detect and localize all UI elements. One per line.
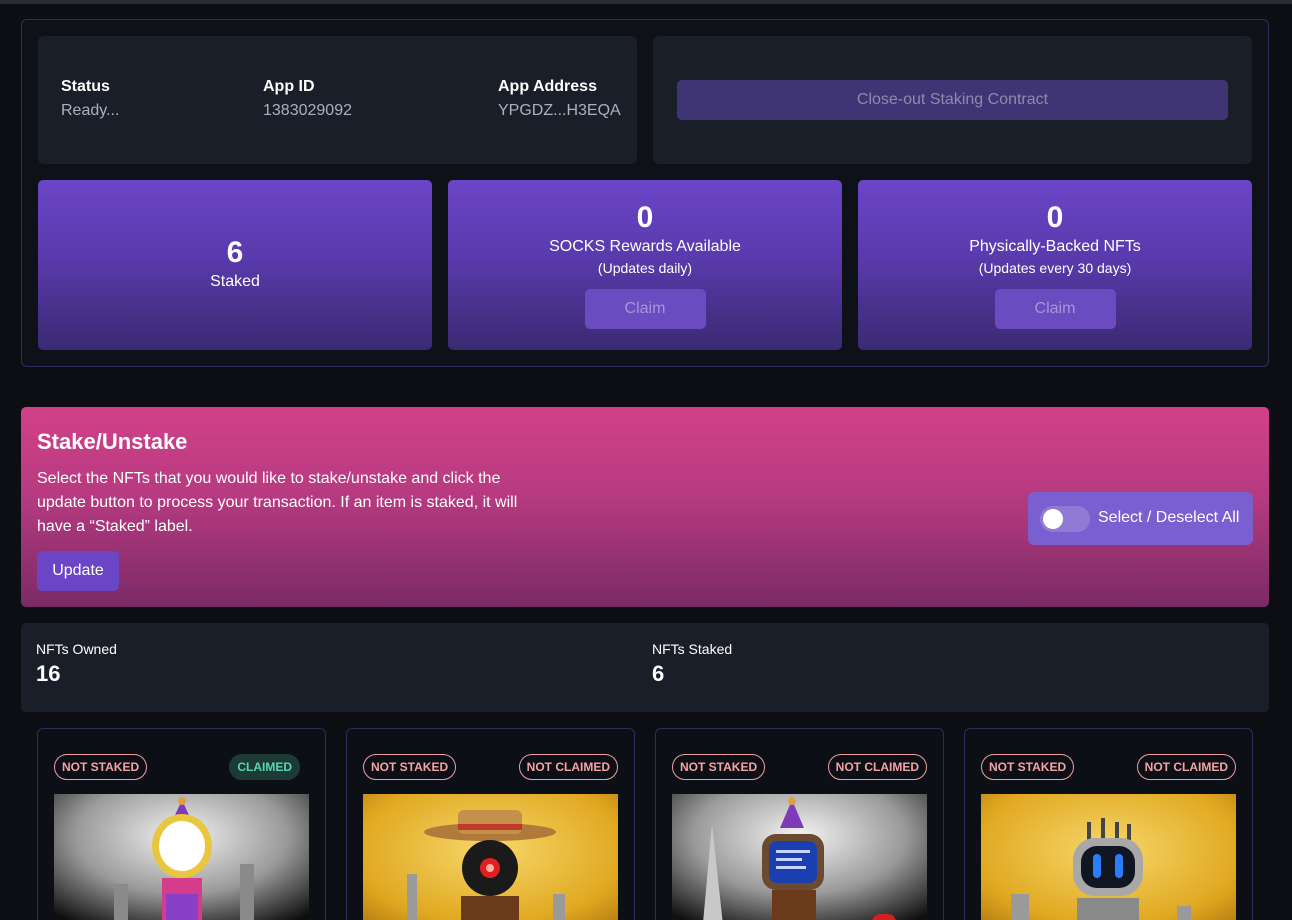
staked-count: 6: [226, 236, 244, 269]
stake-description: Select the NFTs that you would like to s…: [37, 470, 518, 535]
update-button[interactable]: Update: [37, 551, 119, 591]
stake-status-badge: NOT STAKED: [54, 754, 148, 780]
app-id-field: App ID 1383029092: [263, 78, 352, 120]
socks-rewards-count: 0: [636, 201, 654, 234]
status-value: Ready...: [61, 102, 120, 119]
nft-card[interactable]: NOT STAKED NOT CLAIMED: [346, 728, 635, 920]
physically-backed-label: Physically-Backed NFTs: [969, 238, 1141, 255]
nft-card[interactable]: NOT STAKED CLAIMED: [37, 728, 326, 920]
claim-status-badge: NOT CLAIMED: [518, 754, 618, 780]
select-all-control[interactable]: Select / Deselect All: [1028, 492, 1253, 545]
nfts-staked-value: 6: [652, 661, 665, 686]
socks-rewards-card: 0 SOCKS Rewards Available (Updates daily…: [448, 180, 842, 350]
claim-status-badge: NOT CLAIMED: [827, 754, 927, 780]
stake-status-badge: NOT STAKED: [672, 754, 766, 780]
nft-image[interactable]: [981, 794, 1236, 920]
physically-backed-count: 0: [1046, 201, 1064, 234]
nfts-staked-field: NFTs Staked 6: [652, 641, 732, 687]
stake-status-badge: NOT STAKED: [981, 754, 1075, 780]
toggle-knob: [1043, 509, 1063, 529]
nft-image[interactable]: [672, 794, 927, 920]
contract-info-card: Status Ready... App ID 1383029092 App Ad…: [38, 36, 637, 164]
app-address-field: App Address YPGDZ...H3EQA: [498, 78, 621, 120]
app-id-label: App ID: [263, 78, 315, 95]
nft-image[interactable]: [54, 794, 309, 920]
nft-counts-panel: NFTs Owned 16 NFTs Staked 6: [21, 623, 1269, 712]
stake-title: Stake/Unstake: [37, 429, 188, 454]
app-id-value: 1383029092: [263, 102, 352, 119]
select-all-label: Select / Deselect All: [1098, 509, 1240, 526]
claim-physical-button[interactable]: Claim: [994, 289, 1116, 329]
closeout-staking-contract-button[interactable]: Close-out Staking Contract: [677, 80, 1228, 120]
staked-stat-card: 6 Staked: [38, 180, 432, 350]
claim-status-badge: NOT CLAIMED: [1136, 754, 1236, 780]
contract-actions-card: Close-out Staking Contract: [653, 36, 1252, 164]
nft-card[interactable]: NOT STAKED NOT CLAIMED: [964, 728, 1253, 920]
select-all-toggle[interactable]: [1040, 506, 1090, 532]
physically-backed-card: 0 Physically-Backed NFTs (Updates every …: [858, 180, 1252, 350]
nfts-owned-label: NFTs Owned: [36, 641, 117, 657]
stake-unstake-panel: Stake/Unstake Select the NFTs that you w…: [21, 407, 1269, 607]
physically-backed-subtitle: (Updates every 30 days): [978, 260, 1132, 276]
status-field: Status Ready...: [61, 78, 119, 120]
socks-rewards-label: SOCKS Rewards Available: [549, 238, 741, 255]
nft-card[interactable]: NOT STAKED NOT CLAIMED: [655, 728, 944, 920]
claim-status-badge: CLAIMED: [229, 754, 300, 780]
stake-status-badge: NOT STAKED: [363, 754, 457, 780]
nfts-owned-field: NFTs Owned 16: [36, 641, 117, 687]
nfts-owned-value: 16: [36, 661, 61, 686]
top-bar: [0, 0, 1292, 4]
claim-socks-button[interactable]: Claim: [584, 289, 706, 329]
app-address-label: App Address: [498, 78, 597, 95]
nfts-staked-label: NFTs Staked: [652, 641, 733, 657]
socks-rewards-subtitle: (Updates daily): [597, 260, 693, 276]
status-label: Status: [61, 78, 110, 95]
staked-label: Staked: [210, 273, 260, 290]
app-address-value[interactable]: YPGDZ...H3EQA: [498, 102, 621, 120]
nft-image[interactable]: [363, 794, 618, 920]
